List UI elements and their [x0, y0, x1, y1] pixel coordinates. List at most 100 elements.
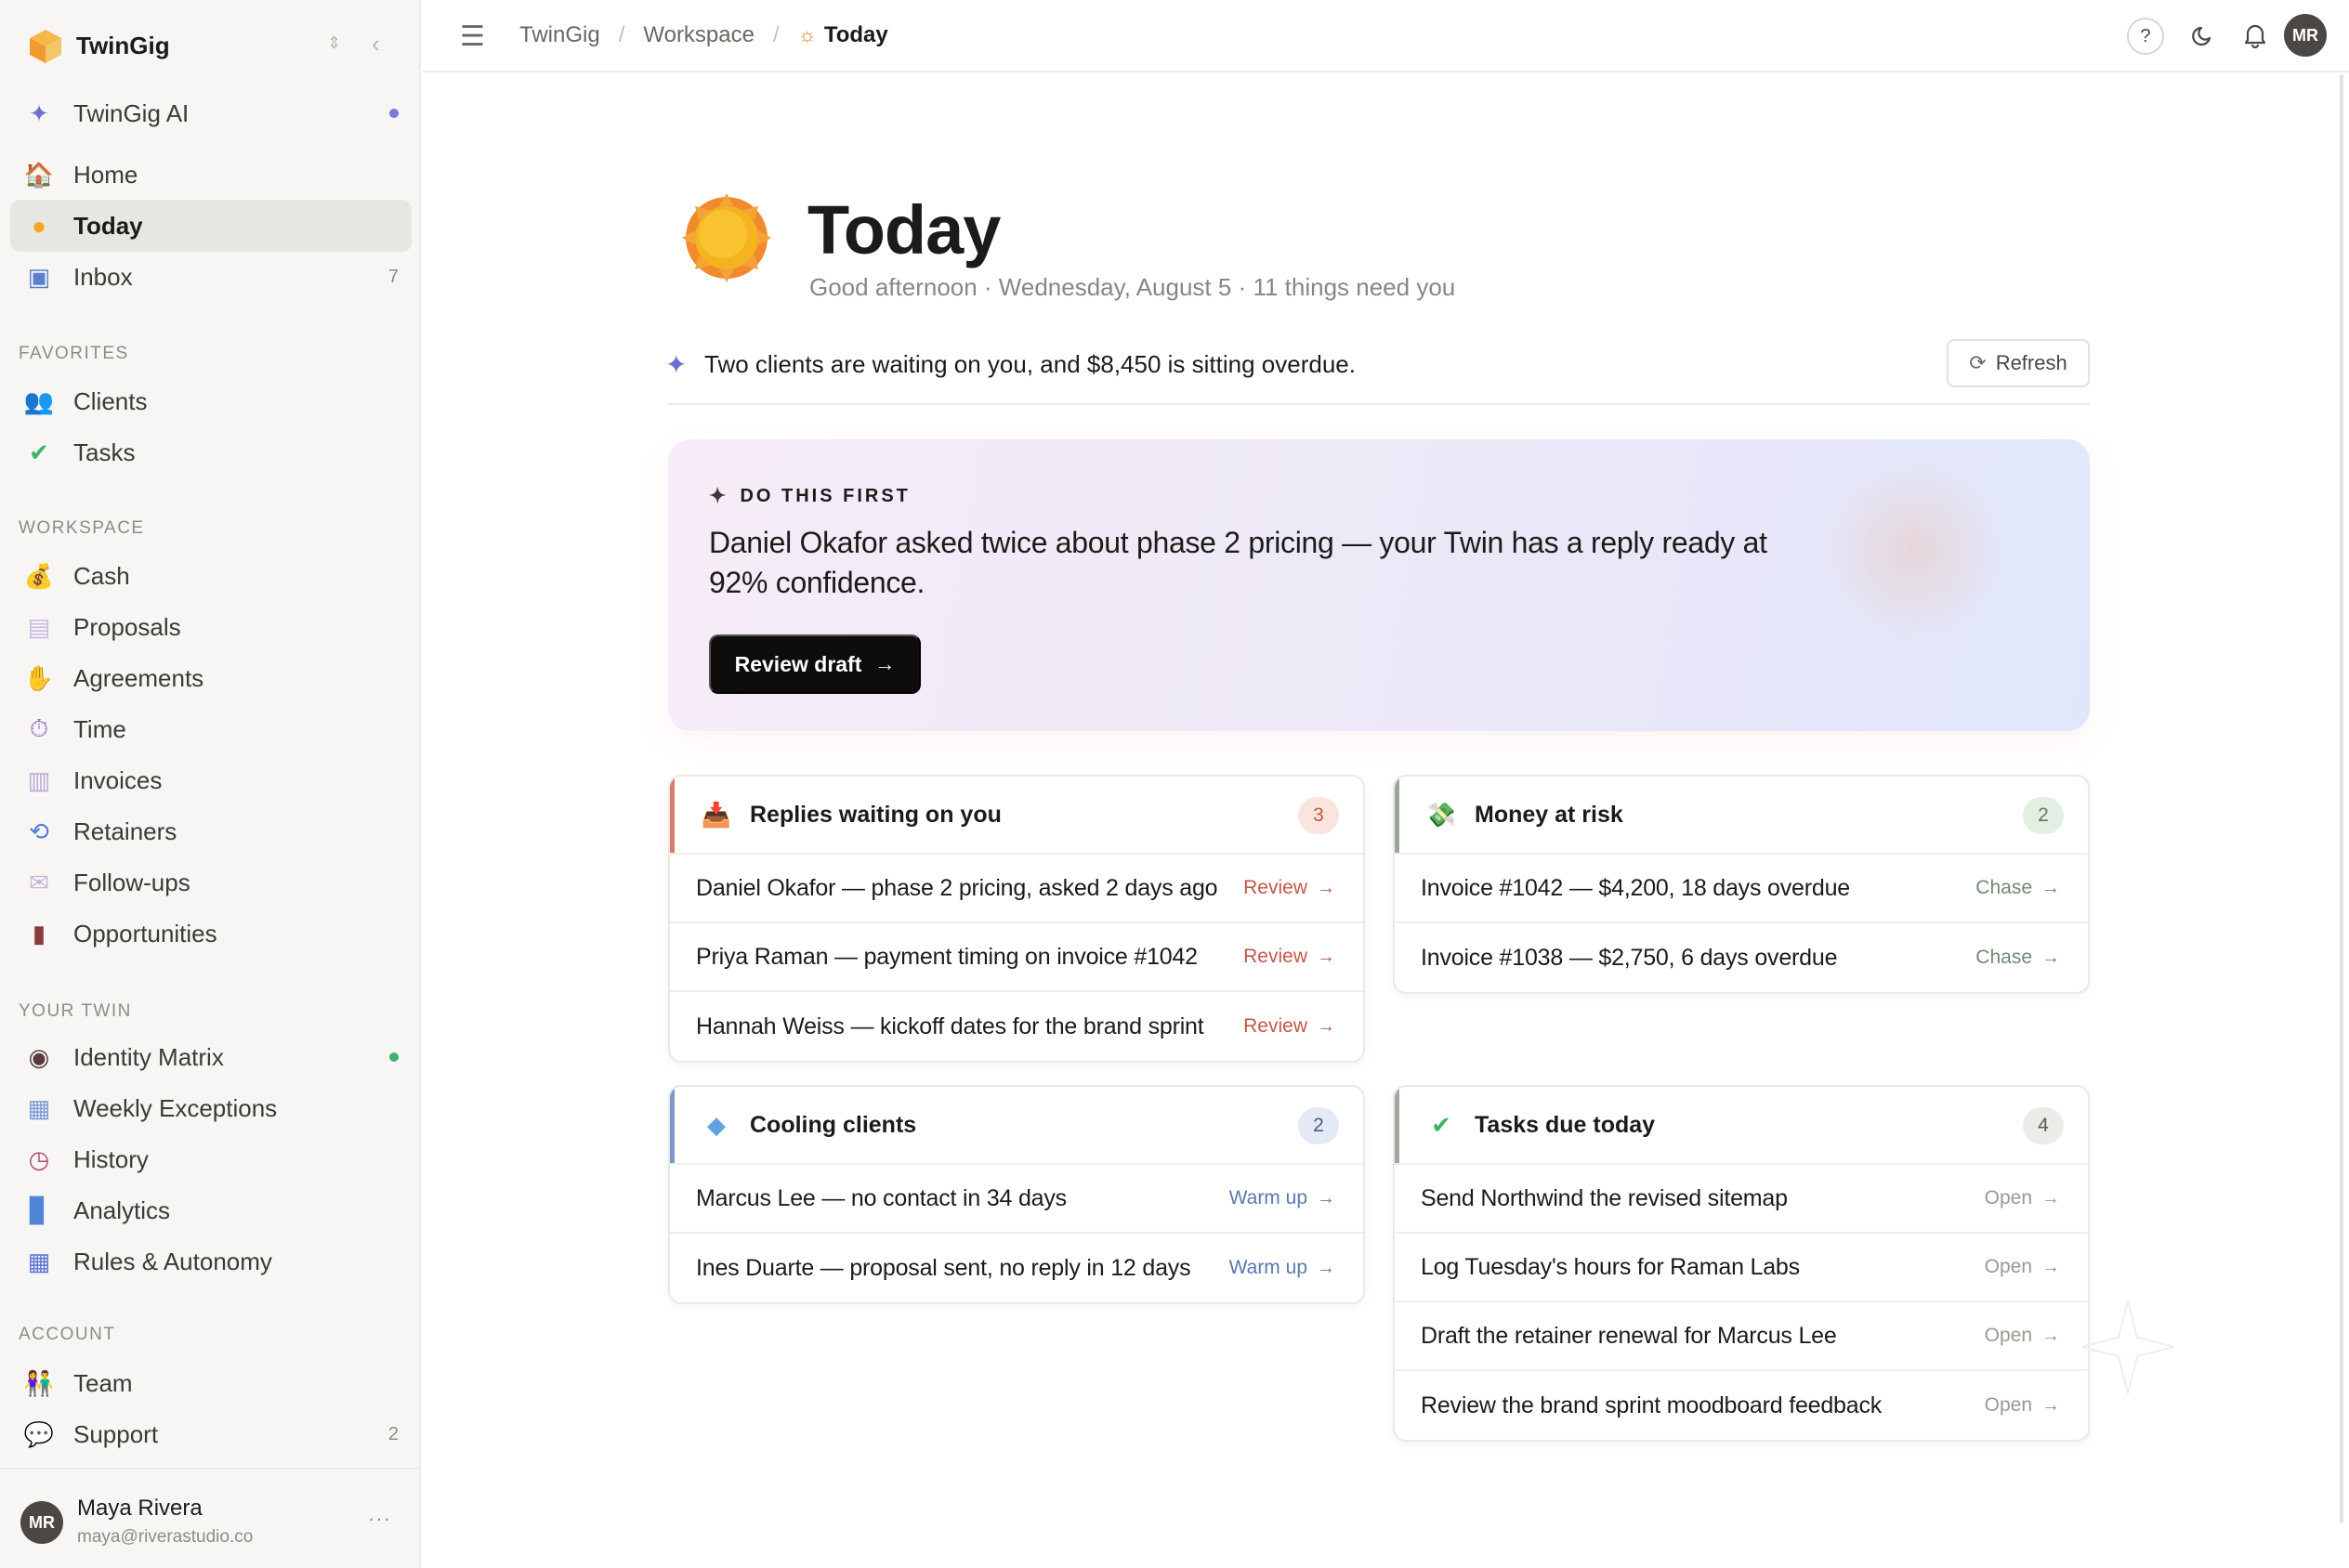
- section-label-favorites: FAVORITES: [19, 344, 129, 363]
- sidebar-item-team[interactable]: 👫 Team: [10, 1357, 412, 1409]
- focus-message: Daniel Okafor asked twice about phase 2 …: [709, 526, 1767, 599]
- list-item-text: Invoice #1042 — $4,200, 18 days overdue: [1421, 874, 1850, 901]
- workspace-name: TwinGig: [76, 32, 170, 59]
- sidebar-item-rules-autonomy[interactable]: ▦ Rules & Autonomy: [10, 1235, 412, 1287]
- refresh-button[interactable]: ⟳ Refresh: [1947, 339, 2090, 387]
- row-action-link[interactable]: Review →: [1243, 877, 1335, 899]
- sidebar-item-cash[interactable]: 💰 Cash: [10, 550, 412, 602]
- receipt-icon: ▥: [27, 765, 51, 794]
- sidebar-item-proposals[interactable]: ▤ Proposals: [10, 601, 412, 653]
- count-badge: 2: [387, 1423, 399, 1444]
- tasks-due-panel: ✔ Tasks due today 4 Send Northwind the revi…: [1393, 1085, 2090, 1442]
- inbox-icon: ▣: [27, 262, 51, 291]
- panel-title: Cooling clients: [750, 1111, 917, 1138]
- sidebar-item-inbox[interactable]: ▣ Inbox 7: [10, 251, 412, 303]
- bell-icon[interactable]: [2237, 17, 2274, 54]
- more-options-icon[interactable]: ···: [368, 1507, 391, 1531]
- sidebar-item-today[interactable]: ● Today: [10, 200, 412, 252]
- checkbox-icon: ✔: [1431, 1110, 1451, 1139]
- workspace-switcher[interactable]: TwinGig ⇕ ‹: [0, 0, 421, 93]
- scrollbar[interactable]: [2340, 74, 2343, 1523]
- sidebar-item-home[interactable]: 🏠 Home: [10, 149, 412, 201]
- team-icon: 👫: [23, 1368, 55, 1397]
- count-badge: 2: [2023, 797, 2064, 834]
- briefcase-icon: ▮: [32, 919, 46, 947]
- row-action-label: Open: [1984, 1325, 2032, 1346]
- list-item[interactable]: Invoice #1038 — $2,750, 6 days overdue Ch…: [1395, 923, 2088, 992]
- sidebar-item-retainers[interactable]: ⟲ Retainers: [10, 805, 412, 857]
- sidebar-item-identity-matrix[interactable]: ◉ Identity Matrix: [10, 1031, 412, 1083]
- review-draft-button[interactable]: Review draft →: [709, 634, 921, 694]
- row-action-link[interactable]: Open →: [1985, 1256, 2060, 1278]
- list-item[interactable]: Log Tuesday's hours for Raman Labs Open →: [1395, 1234, 2088, 1302]
- sidebar-item-label: Inbox: [73, 262, 133, 291]
- sidebar-item-time[interactable]: ⏱ Time: [10, 703, 412, 755]
- breadcrumb-current-label: Today: [823, 22, 888, 47]
- arrow-right-icon: →: [1317, 1187, 1335, 1209]
- sidebar-item-invoices[interactable]: ▥ Invoices: [10, 754, 412, 806]
- list-item[interactable]: Invoice #1042 — $4,200, 18 days overdue C…: [1395, 855, 2088, 923]
- row-action-link[interactable]: Open →: [1985, 1187, 2060, 1209]
- review-draft-label: Review draft: [734, 651, 862, 676]
- focus-kicker: ✦ DO THIS FIRST: [709, 484, 911, 508]
- sidebar-item-agreements[interactable]: ✋ Agreements: [10, 652, 412, 704]
- row-action-link[interactable]: Warm up →: [1229, 1187, 1335, 1209]
- list-item-text: Marcus Lee — no contact in 34 days: [696, 1184, 1067, 1211]
- breadcrumb-item[interactable]: Workspace: [643, 22, 755, 48]
- user-profile[interactable]: MR Maya Rivera maya@riverastudio.co ···: [0, 1468, 421, 1568]
- moon-icon[interactable]: [2185, 17, 2222, 54]
- identity-icon: ◉: [28, 1042, 50, 1071]
- sidebar-item-label: Clients: [73, 386, 148, 415]
- sun-icon: ☼: [797, 23, 817, 46]
- sidebar-item-label: Analytics: [73, 1196, 171, 1224]
- list-item[interactable]: Send Northwind the revised sitemap Open →: [1395, 1165, 2088, 1234]
- collapse-sidebar-icon[interactable]: ‹: [372, 30, 380, 59]
- sidebar-item-clients[interactable]: 👥 Clients: [10, 375, 412, 427]
- sidebar-item-twingig-ai[interactable]: ✦ TwinGig AI: [10, 87, 412, 139]
- row-action-link[interactable]: Open →: [1985, 1394, 2060, 1417]
- house-icon: 🏠: [23, 160, 55, 189]
- count-badge: 4: [2023, 1107, 2064, 1144]
- sidebar-item-weekly-exceptions[interactable]: ▦ Weekly Exceptions: [10, 1082, 412, 1134]
- row-action-link[interactable]: Open →: [1985, 1325, 2060, 1347]
- list-item[interactable]: Priya Raman — payment timing on invoice …: [670, 923, 1363, 992]
- list-item[interactable]: Review the brand sprint moodboard feedba…: [1395, 1371, 2088, 1440]
- help-button[interactable]: ?: [2127, 18, 2164, 55]
- arrow-right-icon: →: [874, 652, 896, 675]
- hamburger-menu-icon[interactable]: ☰: [460, 20, 485, 53]
- list-item[interactable]: Daniel Okafor — phase 2 pricing, asked 2…: [670, 855, 1363, 923]
- arrow-right-icon: →: [2041, 1394, 2060, 1416]
- sidebar-item-support[interactable]: 💬 Support 2: [10, 1408, 412, 1460]
- document-icon: ▤: [27, 612, 51, 641]
- sidebar-item-analytics[interactable]: ▊ Analytics: [10, 1184, 412, 1236]
- sidebar-item-follow-ups[interactable]: ✉ Follow-ups: [10, 856, 412, 908]
- row-action-link[interactable]: Review →: [1243, 946, 1335, 968]
- row-action-link[interactable]: Review →: [1243, 1015, 1335, 1038]
- row-action-label: Warm up: [1228, 1187, 1307, 1209]
- row-action-link[interactable]: Chase →: [1975, 947, 2060, 969]
- sidebar-item-label: Identity Matrix: [73, 1042, 224, 1071]
- sidebar-item-history[interactable]: ◷ History: [10, 1133, 412, 1185]
- list-item[interactable]: Ines Duarte — proposal sent, no reply in…: [670, 1234, 1363, 1302]
- arrow-right-icon: →: [2041, 1256, 2060, 1277]
- count-badge: 3: [1298, 797, 1339, 834]
- section-label-account: ACCOUNT: [19, 1325, 116, 1344]
- list-item[interactable]: Draft the retainer renewal for Marcus Le…: [1395, 1302, 2088, 1371]
- panel-header: 💸 Money at risk 2: [1395, 777, 2088, 855]
- sidebar-item-label: Retainers: [73, 817, 177, 845]
- clock-icon: ◷: [28, 1144, 50, 1173]
- list-item[interactable]: Marcus Lee — no contact in 34 days Warm u…: [670, 1165, 1363, 1234]
- sidebar-item-tasks[interactable]: ✔ Tasks: [10, 426, 412, 478]
- row-action-link[interactable]: Warm up →: [1229, 1257, 1335, 1279]
- calendar-icon: ▦: [27, 1093, 51, 1122]
- sidebar-item-label: Proposals: [73, 612, 181, 641]
- sidebar-item-label: Team: [73, 1368, 133, 1397]
- avatar[interactable]: MR: [2284, 14, 2327, 57]
- row-action-link[interactable]: Chase →: [1975, 877, 2060, 899]
- sparkle-icon: ✦: [709, 484, 729, 507]
- list-item[interactable]: Hannah Weiss — kickoff dates for the bra…: [670, 992, 1363, 1061]
- breadcrumb-item[interactable]: TwinGig: [519, 22, 600, 48]
- chevron-updown-icon[interactable]: ⇕: [327, 33, 341, 53]
- panel-header: 📥 Replies waiting on you 3: [670, 777, 1363, 855]
- sidebar-item-opportunities[interactable]: ▮ Opportunities: [10, 908, 412, 960]
